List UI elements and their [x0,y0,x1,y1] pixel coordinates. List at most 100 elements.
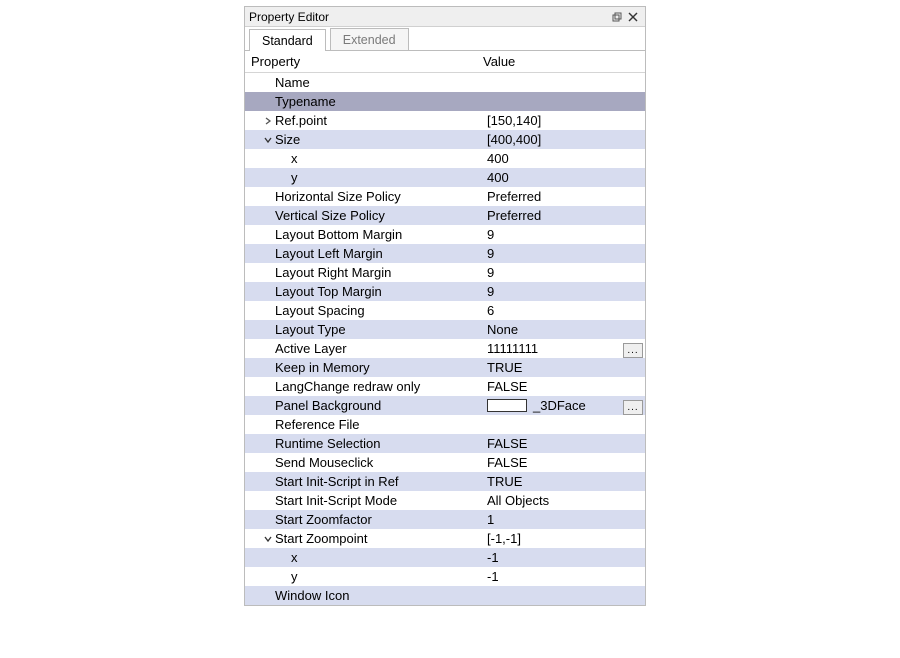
property-cell: Vertical Size Policy [245,208,477,223]
property-row[interactable]: Layout Left Margin 9 [245,244,645,263]
property-row[interactable]: y-1 [245,567,645,586]
property-label: Name [275,75,310,90]
value-text: TRUE [487,474,522,489]
property-row[interactable]: Start Init-Script in Ref TRUE [245,472,645,491]
property-row[interactable]: Layout Bottom Margin9 [245,225,645,244]
close-button[interactable] [625,9,641,25]
value-text: [150,140] [487,113,541,128]
property-row[interactable]: Start Zoompoint[-1,-1] [245,529,645,548]
chevron-down-icon[interactable] [261,535,275,543]
property-row[interactable]: Ref.point [150,140] [245,111,645,130]
value-cell[interactable]: None [477,322,645,337]
value-cell[interactable]: 11111111... [477,341,645,356]
tab-extended[interactable]: Extended [330,28,409,50]
ellipsis-button[interactable]: ... [623,400,643,415]
value-text: Preferred [487,208,541,223]
property-row[interactable]: Start Zoomfactor 1 [245,510,645,529]
property-label: Ref.point [275,113,327,128]
value-text: [400,400] [487,132,541,147]
property-row[interactable]: Active Layer11111111... [245,339,645,358]
property-label: x [291,550,298,565]
value-cell[interactable]: -1 [477,569,645,584]
value-text: 1 [487,512,494,527]
property-label: Typename [275,94,336,109]
property-label: Layout Spacing [275,303,365,318]
property-row[interactable]: y400 [245,168,645,187]
value-cell[interactable]: 6 [477,303,645,318]
color-swatch [487,399,527,412]
titlebar: Property Editor [245,7,645,27]
value-cell[interactable]: 400 [477,170,645,185]
property-editor-panel: Property Editor Standard Extended Proper… [244,6,646,606]
undock-button[interactable] [609,9,625,25]
value-cell[interactable]: 9 [477,284,645,299]
value-text: 400 [487,151,509,166]
property-row[interactable]: Layout Spacing 6 [245,301,645,320]
property-label: Start Init-Script in Ref [275,474,399,489]
property-row[interactable]: Layout Right Margin 9 [245,263,645,282]
property-cell: Size [245,132,477,147]
value-cell[interactable]: Preferred [477,189,645,204]
property-cell: Layout Type [245,322,477,337]
value-cell[interactable]: [150,140] [477,113,645,128]
property-row[interactable]: x400 [245,149,645,168]
property-label: Keep in Memory [275,360,370,375]
property-label: LangChange redraw only [275,379,420,394]
property-label: Start Zoomfactor [275,512,372,527]
property-row[interactable]: Runtime SelectionFALSE [245,434,645,453]
value-cell[interactable]: All Objects [477,493,645,508]
property-cell: Start Zoomfactor [245,512,477,527]
tab-label: Standard [262,34,313,48]
value-text: All Objects [487,493,549,508]
property-label: Layout Right Margin [275,265,391,280]
value-cell[interactable]: 400 [477,151,645,166]
value-cell[interactable]: FALSE [477,379,645,394]
chevron-right-icon[interactable] [261,117,275,125]
property-cell: Horizontal Size Policy [245,189,477,204]
tab-standard[interactable]: Standard [249,29,326,51]
property-row[interactable]: Layout TypeNone [245,320,645,339]
property-row[interactable]: Send MouseclickFALSE [245,453,645,472]
property-row[interactable]: x -1 [245,548,645,567]
value-cell[interactable]: TRUE [477,474,645,489]
property-row[interactable]: Typename [245,92,645,111]
value-cell[interactable]: 1 [477,512,645,527]
value-cell[interactable]: FALSE [477,436,645,451]
property-label: Layout Left Margin [275,246,383,261]
property-row[interactable]: Name [245,73,645,92]
ellipsis-button[interactable]: ... [623,343,643,358]
value-cell[interactable]: _3DFace... [477,398,645,413]
value-cell[interactable]: Preferred [477,208,645,223]
property-row[interactable]: LangChange redraw only FALSE [245,377,645,396]
value-cell[interactable]: [400,400] [477,132,645,147]
property-row[interactable]: Reference File [245,415,645,434]
property-cell: Layout Left Margin [245,246,477,261]
value-cell[interactable]: 9 [477,246,645,261]
property-row[interactable]: Layout Top Margin9 [245,282,645,301]
property-cell: Layout Spacing [245,303,477,318]
value-cell[interactable]: TRUE [477,360,645,375]
value-cell[interactable]: FALSE [477,455,645,470]
header-value[interactable]: Value [477,54,645,69]
undock-icon [612,12,622,22]
value-cell[interactable]: [-1,-1] [477,531,645,546]
column-headers: Property Value [245,51,645,73]
value-cell[interactable]: -1 [477,550,645,565]
value-text: TRUE [487,360,522,375]
property-row[interactable]: Start Init-Script ModeAll Objects [245,491,645,510]
value-cell[interactable]: 9 [477,265,645,280]
chevron-down-icon[interactable] [261,136,275,144]
property-cell: LangChange redraw only [245,379,477,394]
property-row[interactable]: Window Icon [245,586,645,605]
value-text: _3DFace [533,398,586,413]
property-rows: Name Typename Ref.point [150,140] Size [400,4… [245,73,645,605]
property-label: Horizontal Size Policy [275,189,401,204]
property-row[interactable]: Size [400,400] [245,130,645,149]
property-row[interactable]: Horizontal Size Policy Preferred [245,187,645,206]
property-cell: Send Mouseclick [245,455,477,470]
property-row[interactable]: Keep in Memory TRUE [245,358,645,377]
property-row[interactable]: Vertical Size Policy Preferred [245,206,645,225]
header-property[interactable]: Property [245,54,477,69]
value-cell[interactable]: 9 [477,227,645,242]
property-row[interactable]: Panel Background_3DFace... [245,396,645,415]
